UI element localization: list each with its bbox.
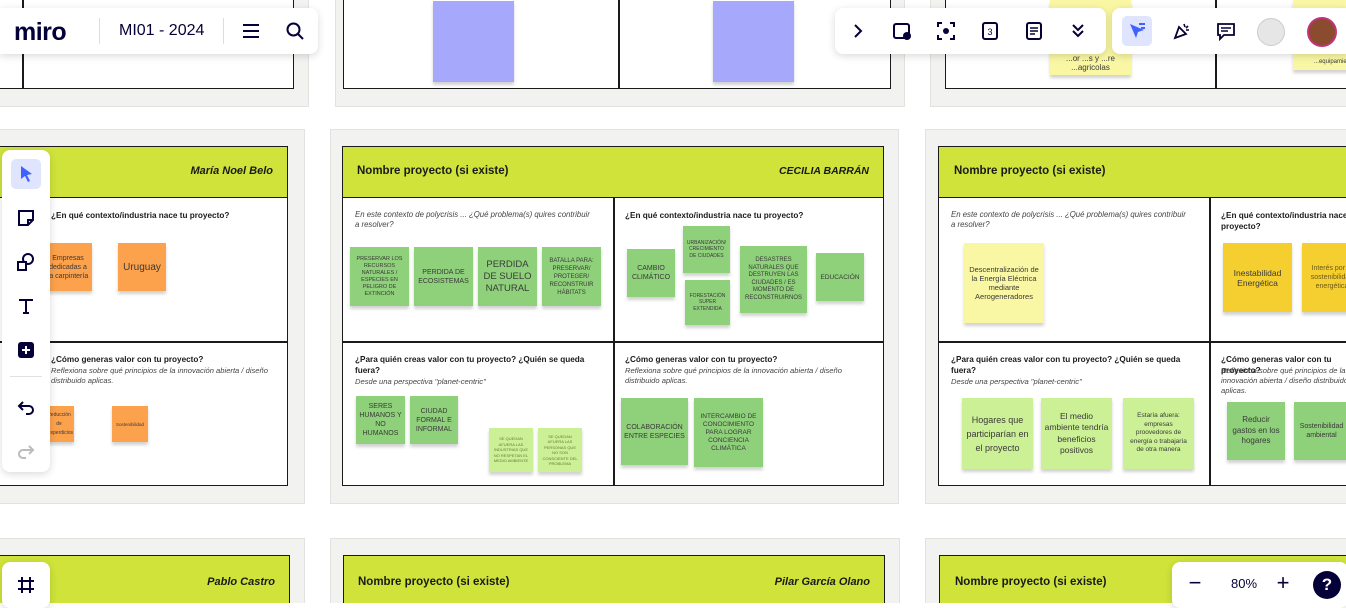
timer-icon[interactable]: 3 [975,16,1005,46]
project-name: Nombre proyecto (si existe) [357,165,509,177]
sticky-note[interactable]: EDUCACIÓN [816,253,864,301]
top-toolbar: 3 [835,8,1106,54]
question-value-sub: Reflexiona sobre qué principios de la in… [51,366,268,385]
project-name: Nombre proyecto (si existe) [954,165,1106,177]
add-more-icon[interactable] [11,335,41,365]
person-name: Pilar García Olano [774,576,870,588]
question-problem: En este contexto de polycrisis ... ¿Qué … [355,210,590,229]
zoom-panel: − 80% + ? [1172,562,1346,608]
sticky-note[interactable]: BATALLA PARA: PRESERVAR/ PROTEGER/ RECON… [542,247,601,306]
redo-icon[interactable] [11,436,41,466]
shapes-tool-icon[interactable] [11,247,41,277]
question-context: ¿En qué contexto/industria nace tu proye… [1221,211,1346,231]
sticky-note[interactable]: Inestabilidad Energética [1223,243,1292,312]
svg-text:3: 3 [987,27,992,37]
project-name: Nombre proyecto (si existe) [358,576,510,588]
text-tool-icon[interactable] [11,291,41,321]
sticky-note-tool-icon[interactable] [11,203,41,233]
zoom-level[interactable]: 80% [1224,576,1264,591]
question-value-sub: Reflexiona sobre qué principios de la in… [1221,366,1346,395]
sticky-note[interactable]: CAMBIO CLIMÁTICO [627,249,675,297]
select-tool-icon[interactable] [11,159,41,189]
question-value: ¿Cómo generas valor con tu proyecto? [625,355,778,364]
sticky-note[interactable]: PERDIDA DE SUELO NATURAL [478,247,537,306]
question-problem: En este contexto de polycrisis ... ¿Qué … [951,210,1186,229]
question-context: ¿En qué contexto/industria nace tu proye… [51,211,230,220]
sticky-note[interactable]: Uruguay [118,243,166,291]
sticky-note[interactable]: Empresas dedicadas a la carpintería [44,243,92,291]
chevron-right-icon[interactable] [843,16,873,46]
double-chevron-down-icon[interactable] [1063,16,1093,46]
question-who: ¿Para quién creas valor con tu proyecto?… [355,355,585,375]
sticky-note[interactable]: Hogares que participarían en el proyecto [962,398,1033,469]
sticky-note[interactable]: URBANIZACIÓN/ CRECIMIENTO DE CIUDADES [683,226,730,273]
cursor-share-icon[interactable] [1122,16,1152,46]
notes-icon[interactable] [1019,16,1049,46]
focus-icon[interactable] [931,16,961,46]
board-pilar: Nombre proyecto (si existe) Pilar García… [343,555,885,603]
question-value: ¿Cómo generas valor con tu proyecto? [51,355,204,364]
sticky-note[interactable]: INTERCAMBIO DE CONOCIMIENTO PARA LOGRAR … [694,398,763,467]
frames-icon[interactable] [11,570,41,600]
sticky-note[interactable]: Sostenibilidad ambiental [1294,402,1346,460]
frames-panel [2,562,50,608]
sticky-note[interactable]: El medio ambiente tendría beneficios pos… [1041,398,1112,469]
board-name[interactable]: MI01 - 2024 [119,22,204,40]
zoom-out-button[interactable]: − [1180,568,1210,598]
person-name: María Noel Belo [190,165,273,177]
board-top-middle [343,0,891,89]
search-icon[interactable] [280,16,310,46]
reaction-icon[interactable] [1167,16,1197,46]
board-canvas[interactable]: ...or ...s y ...re ...agricolas ...equip… [0,0,1346,603]
sticky-note[interactable]: SE QUEDAN AFUERA LAS INDUSTRIAS QUE NO R… [489,428,533,472]
miro-logo[interactable]: miro [14,18,67,47]
comment-icon[interactable] [1211,16,1241,46]
board-header-panel: miro MI01 - 2024 [0,8,318,54]
question-who-sub: Desde una perspectiva "planet-centric" [951,377,1082,386]
collab-toolbar [1112,8,1346,54]
question-context: ¿En qué contexto/industria nace tu proye… [625,211,804,220]
sticky-note[interactable]: Estaría afuera: empresas proovedores de … [1123,398,1194,469]
avatar[interactable] [1307,17,1337,47]
sticky-note[interactable]: FORESTACIÓN SUPER EXTENDIDA [685,280,730,325]
sticky-note[interactable]: SERES HUMANOS Y NO HUMANOS [356,396,405,444]
sticky-note[interactable]: PERDIDA DE ECOSISTEMAS [414,247,473,306]
sticky-note[interactable]: COLABORACIÓN ENTRE ESPECIES [621,398,688,465]
question-value-sub: Reflexiona sobre qué principios de la in… [625,366,842,385]
sticky-note-purple[interactable] [433,1,514,82]
sticky-note[interactable]: Descentralización de la Energía Eléctric… [964,243,1044,323]
help-button[interactable]: ? [1313,571,1341,599]
sticky-note[interactable]: SE QUEDAN AFUERA LAS PERSONAS QUE NO SON… [538,428,582,472]
sticky-note[interactable]: PRESERVAR LOS RECURSOS NATURALES / ESPEC… [350,247,409,306]
zoom-in-button[interactable]: + [1268,568,1298,598]
sticky-note[interactable]: Sostenibilidad [112,406,148,442]
avatar[interactable] [1257,18,1285,46]
person-name: CECILIA BARRÁN [778,165,869,177]
question-who: ¿Para quién creas valor con tu proyecto?… [951,355,1181,375]
person-name: Pablo Castro [207,576,275,588]
sticky-note-purple[interactable] [713,1,794,82]
undo-icon[interactable] [11,392,41,422]
question-who-sub: Desde una perspectiva "planet-centric" [355,377,486,386]
sticky-note[interactable]: CIUDAD FORMAL E INFORMAL [410,396,458,444]
sticky-note[interactable]: Reducir gastos en los hogares [1227,402,1285,460]
sticky-note-tool-icon[interactable] [887,16,917,46]
left-toolbar [2,150,50,472]
menu-icon[interactable] [236,16,266,46]
project-name: Nombre proyecto (si existe) [955,576,1107,588]
sticky-note[interactable]: Interés por la sostenibilidad energética [1302,243,1346,312]
sticky-note[interactable]: DESASTRES NATURALES QUE DESTRUYEN LAS CI… [740,246,807,313]
